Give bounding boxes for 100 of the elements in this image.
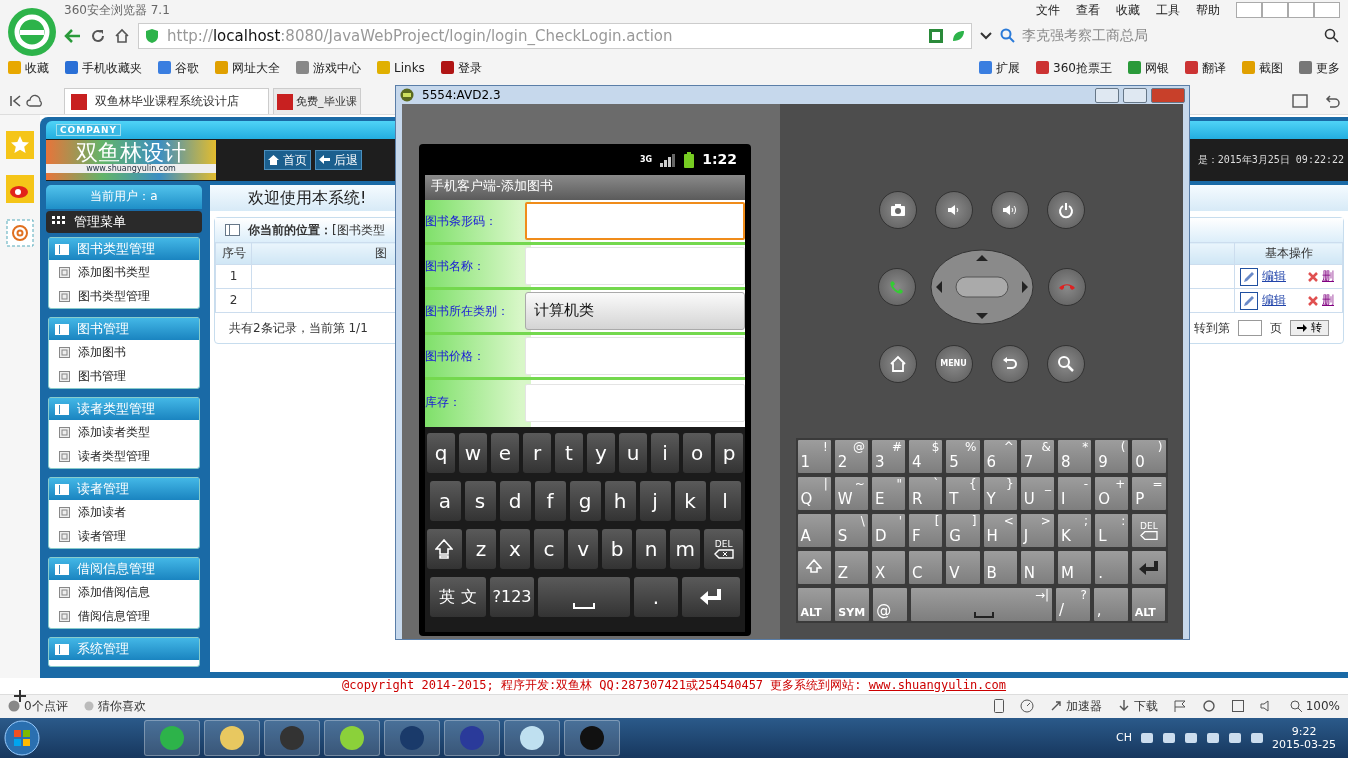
keyboard-key[interactable]: h — [604, 481, 636, 521]
keyboard-key[interactable]: w — [459, 433, 487, 473]
menu-item[interactable]: 添加借阅信息 — [49, 580, 199, 604]
flag-icon[interactable] — [1173, 700, 1186, 713]
bookmark-link[interactable]: Links — [394, 60, 425, 76]
menu-item[interactable]: 收藏 — [1116, 2, 1140, 18]
download-button[interactable]: 下载 — [1133, 699, 1158, 714]
tab-list-icon[interactable] — [1292, 94, 1308, 108]
shift-key[interactable] — [427, 529, 462, 569]
browser-tab[interactable]: 双鱼林毕业课程系统设计店 — [64, 88, 269, 114]
menu-item[interactable]: 添加读者 — [49, 500, 199, 524]
keyboard-key[interactable]: Q | — [797, 477, 831, 510]
keyboard-key[interactable]: K ; — [1057, 514, 1092, 547]
keyboard-key[interactable]: p — [715, 433, 743, 473]
shift-key[interactable] — [797, 551, 831, 584]
end-call-button[interactable] — [1047, 268, 1086, 306]
keyboard-key[interactable]: c — [534, 529, 565, 569]
keyboard-key[interactable]: . — [1095, 551, 1129, 584]
keyboard-key[interactable]: S \ — [834, 514, 868, 547]
maximize-button[interactable] — [1123, 87, 1147, 103]
back-button[interactable] — [990, 345, 1029, 383]
enter-key[interactable] — [682, 577, 740, 617]
delete-x-icon[interactable] — [1308, 271, 1318, 282]
taskbar-app-button[interactable] — [564, 720, 620, 756]
weibo-icon[interactable] — [6, 175, 34, 203]
keyboard-key[interactable]: k — [674, 481, 706, 521]
bookmark-link[interactable]: 收藏 — [25, 60, 49, 76]
taskbar-app-button[interactable] — [384, 720, 440, 756]
input-method-indicator[interactable]: CH — [1116, 731, 1133, 745]
menu-item[interactable]: 文件 — [1036, 2, 1060, 18]
page-number-field[interactable] — [1238, 320, 1262, 336]
go-button[interactable]: 转 — [1290, 320, 1329, 336]
keyboard-key[interactable]: . — [634, 577, 678, 617]
keyboard-key[interactable]: 8 * — [1057, 440, 1092, 473]
keyboard-key[interactable]: q — [427, 433, 455, 473]
keyboard-key[interactable]: , — [1093, 588, 1128, 621]
keyboard-key[interactable]: t — [555, 433, 583, 473]
delete-x-icon[interactable] — [1308, 295, 1318, 306]
keyboard-key[interactable]: / ? — [1056, 588, 1090, 621]
bookmark-link[interactable]: 翻译 — [1202, 60, 1226, 76]
bookmark-link[interactable]: 更多 — [1316, 60, 1340, 76]
bookmark-link[interactable]: 登录 — [457, 60, 482, 76]
keyboard-key[interactable]: 4 $ — [909, 440, 943, 473]
keyboard-key[interactable]: D ' — [871, 514, 906, 547]
keyboard-key[interactable]: d — [499, 481, 531, 521]
website-link[interactable]: www.shuangyulin.com — [868, 678, 1007, 692]
bookmark-link[interactable]: 360抢票王 — [1053, 60, 1112, 76]
keyboard-key[interactable]: 0 ) — [1132, 440, 1166, 473]
keyboard-key[interactable]: Z — [834, 551, 868, 584]
taskbar-app-button[interactable] — [444, 720, 500, 756]
bookmark-link[interactable]: 截图 — [1259, 60, 1283, 76]
menu-item[interactable]: 读者管理 — [49, 524, 199, 548]
download-icon[interactable] — [1117, 700, 1130, 713]
reload-icon[interactable] — [90, 28, 106, 44]
keyboard-key[interactable]: 3 # — [871, 440, 906, 473]
keyboard-key[interactable]: g — [569, 481, 601, 521]
bookmark-link[interactable]: 手机收藏夹 — [82, 60, 142, 76]
nav-button[interactable]: 后退 — [315, 149, 362, 171]
keyboard-key[interactable]: A — [797, 514, 831, 547]
pencil-icon[interactable] — [1240, 291, 1258, 310]
keyboard-key[interactable]: 2 @ — [834, 440, 868, 473]
pencil-icon[interactable] — [1240, 267, 1258, 286]
keyboard-key[interactable]: y — [587, 433, 615, 473]
home-button[interactable] — [878, 345, 917, 383]
address-field[interactable]: http://localhost:8080/JavaWebProject/login/login_CheckLogin.action — [138, 23, 972, 49]
menu-item[interactable]: 工具 — [1156, 2, 1180, 18]
keyboard-key[interactable]: SYM — [835, 588, 870, 621]
power-button[interactable] — [1046, 191, 1085, 229]
keyboard-key[interactable]: H < — [983, 514, 1017, 547]
keyboard-key[interactable]: a — [429, 481, 461, 521]
category-dropdown[interactable]: 计算机类 — [525, 292, 745, 330]
keyboard-key[interactable]: R ` — [909, 477, 943, 510]
home-icon[interactable] — [114, 28, 130, 44]
search-icon[interactable] — [1324, 28, 1340, 44]
leaf-icon[interactable] — [951, 29, 965, 43]
bookmark-link[interactable]: 网银 — [1145, 60, 1169, 76]
menu-item[interactable]: 图书类型管理 — [49, 284, 199, 308]
keyboard-key[interactable]: X — [871, 551, 906, 584]
keyboard-key[interactable]: x — [499, 529, 530, 569]
nav-button[interactable]: 首页 — [264, 149, 311, 171]
menu-item[interactable]: 添加图书 — [49, 340, 199, 364]
delete-link[interactable]: 删 — [1322, 293, 1334, 308]
keyboard-key[interactable]: i — [651, 433, 679, 473]
browser-tab[interactable]: 免费_毕业课 — [273, 88, 361, 114]
keyboard-key[interactable]: L : — [1095, 514, 1129, 547]
keyboard-key[interactable]: 9 ( — [1095, 440, 1129, 473]
bookmark-link[interactable]: 网址大全 — [232, 60, 280, 76]
sidebar-toggle-icon[interactable] — [8, 94, 22, 108]
d-pad-drawing[interactable] — [929, 249, 1034, 325]
keyboard-key[interactable]: G ] — [946, 514, 980, 547]
menu-item[interactable]: 查看 — [1076, 2, 1100, 18]
menu-item[interactable]: 图书管理 — [49, 364, 199, 388]
zoom-level[interactable]: 100% — [1305, 699, 1340, 714]
text-field[interactable] — [525, 202, 745, 240]
menu-button[interactable]: MENU — [934, 345, 973, 383]
mode-key[interactable]: ?123 — [490, 577, 534, 617]
menu-item[interactable]: 添加图书类型 — [49, 260, 199, 284]
keyboard-key[interactable]: m — [670, 529, 701, 569]
keyboard-key[interactable]: j — [639, 481, 671, 521]
keyboard-key[interactable]: n — [636, 529, 667, 569]
